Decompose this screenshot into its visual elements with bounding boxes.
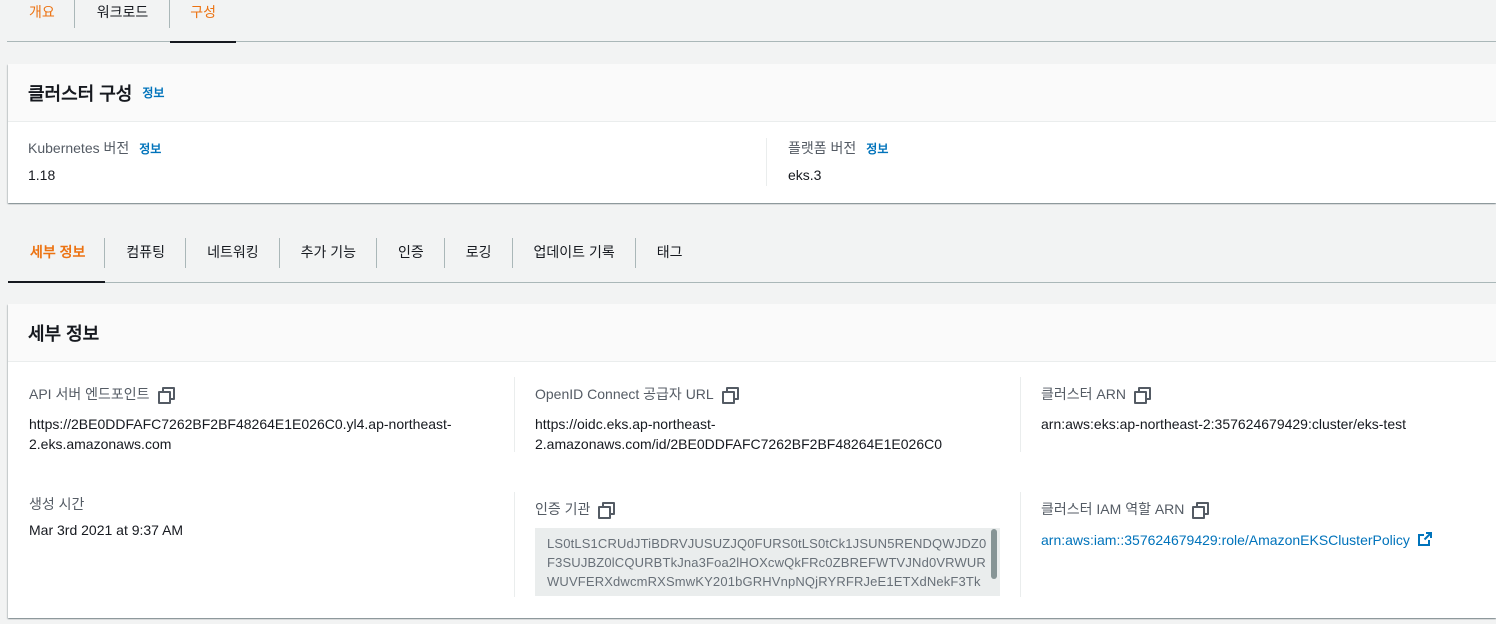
tab-overview[interactable]: 개요 [7, 0, 75, 42]
api-endpoint-label: API 서버 엔드포인트 [29, 386, 150, 402]
oidc-value: https://oidc.eks.ap-northeast- 2.amazona… [535, 414, 942, 454]
cluster-arn: 클러스터 ARN arn:aws:eks:ap-northeast-2:3576… [1041, 384, 1406, 434]
copy-icon[interactable] [1192, 502, 1210, 519]
active-tab-indicator [8, 281, 106, 283]
oidc-provider-url: OpenID Connect 공급자 URL https://oidc.eks.… [535, 384, 942, 454]
tab-configuration[interactable]: 구성 [170, 0, 237, 43]
cluster-config-title: 클러스터 구성 [28, 83, 133, 104]
iam-role-label-row: 클러스터 IAM 역할 ARN [1041, 499, 1432, 519]
certificate-authority-label: 인증 기관 [535, 501, 591, 517]
cluster-config-info-link[interactable]: 정보 [142, 84, 164, 101]
api-endpoint-label-row: API 서버 엔드포인트 [29, 384, 452, 404]
column-divider [514, 377, 515, 452]
details-header: 세부 정보 [8, 304, 1496, 362]
kubernetes-version-info-link[interactable]: 정보 [139, 140, 161, 157]
tab-details-label: 세부 정보 [30, 244, 86, 260]
tab-tags-label: 태그 [656, 244, 683, 260]
column-divider [766, 138, 767, 186]
oidc-label-row: OpenID Connect 공급자 URL [535, 384, 942, 404]
cluster-arn-value: arn:aws:eks:ap-northeast-2:357624679429:… [1041, 416, 1406, 432]
copy-icon[interactable] [598, 502, 616, 519]
api-endpoint: API 서버 엔드포인트 https://2BE0DDFAFC7262BF2BF… [29, 384, 452, 454]
active-tab-indicator [170, 41, 237, 43]
cluster-config-body: Kubernetes 버전 정보 1.18 플랫폼 버전 정보 eks.3 [8, 122, 1496, 202]
platform-version-info-link[interactable]: 정보 [866, 140, 888, 157]
created-time-value: Mar 3rd 2021 at 9:37 AM [29, 522, 184, 538]
cluster-config-panel: 클러스터 구성 정보 Kubernetes 버전 정보 1.18 플랫폼 버전 … [8, 64, 1496, 203]
cluster-arn-label-row: 클러스터 ARN [1041, 384, 1406, 404]
tab-authentication-label: 인증 [398, 244, 424, 260]
created-time-label: 생성 시간 [29, 496, 85, 512]
oidc-line1: https://oidc.eks.ap-northeast- [535, 416, 716, 432]
cluster-arn-label: 클러스터 ARN [1041, 386, 1126, 402]
tab-workloads-label: 워크로드 [96, 4, 149, 20]
kubernetes-version-value: 1.18 [28, 167, 56, 183]
iam-role-value-row: arn:aws:iam::357624679429:role/AmazonEKS… [1041, 530, 1432, 551]
details-title: 세부 정보 [28, 323, 100, 344]
api-endpoint-line2: 2.eks.amazonaws.com [29, 436, 172, 452]
oidc-line2: 2.amazonaws.com/id/2BE0DDFAFC7262BF2BF48… [535, 436, 942, 452]
copy-icon[interactable] [1133, 387, 1151, 404]
tab-overview-label: 개요 [29, 4, 55, 20]
platform-version-value: eks.3 [788, 167, 822, 183]
tab-authentication[interactable]: 인증 [377, 236, 445, 268]
kubernetes-version: Kubernetes 버전 정보 1.18 [28, 138, 161, 183]
platform-version-label: 플랫폼 버전 [788, 140, 857, 156]
platform-version-label-row: 플랫폼 버전 정보 [788, 138, 888, 158]
tab-logging[interactable]: 로깅 [445, 236, 513, 268]
certificate-authority: 인증 기관 [535, 499, 616, 519]
details-body: API 서버 엔드포인트 https://2BE0DDFAFC7262BF2BF… [8, 362, 1496, 618]
column-divider [1020, 377, 1021, 452]
cluster-iam-role-arn: 클러스터 IAM 역할 ARN arn:aws:iam::35762467942… [1041, 499, 1432, 551]
tab-add-ons[interactable]: 추가 기능 [280, 236, 378, 268]
platform-version: 플랫폼 버전 정보 eks.3 [788, 138, 888, 183]
api-endpoint-value: https://2BE0DDFAFC7262BF2BF48264E1E026C0… [29, 414, 452, 454]
certificate-authority-label-row: 인증 기관 [535, 499, 616, 519]
tab-logging-label: 로깅 [465, 244, 492, 260]
created-time-label-row: 생성 시간 [29, 494, 183, 514]
tab-update-history[interactable]: 업데이트 기록 [513, 236, 636, 268]
tab-compute-label: 컴퓨팅 [126, 244, 166, 260]
oidc-label: OpenID Connect 공급자 URL [535, 386, 714, 402]
tab-compute[interactable]: 컴퓨팅 [105, 236, 187, 268]
column-divider [514, 492, 515, 597]
created-time: 생성 시간 Mar 3rd 2021 at 9:37 AM [29, 494, 183, 540]
copy-icon[interactable] [157, 387, 175, 404]
details-panel: 세부 정보 API 서버 엔드포인트 https://2BE0DDFAFC726… [8, 304, 1496, 618]
iam-role-label: 클러스터 IAM 역할 ARN [1041, 501, 1185, 517]
api-endpoint-line1: https://2BE0DDFAFC7262BF2BF48264E1E026C0… [29, 416, 452, 432]
certificate-authority-textarea[interactable]: LS0tLS1CRUdJTiBDRVJUSUZJQ0FURS0tLS0tCk1J… [535, 528, 1000, 596]
tab-details[interactable]: 세부 정보 [8, 236, 106, 283]
tab-networking[interactable]: 네트워킹 [186, 236, 280, 268]
kubernetes-version-label: Kubernetes 버전 [28, 140, 130, 156]
copy-icon[interactable] [721, 387, 739, 404]
iam-role-arn-link[interactable]: arn:aws:iam::357624679429:role/AmazonEKS… [1041, 532, 1410, 548]
certificate-scrollbar[interactable] [991, 529, 997, 579]
tab-update-history-label: 업데이트 기록 [533, 244, 615, 260]
detail-tab-bar: 세부 정보 컴퓨팅 네트워킹 추가 기능 인증 로깅 업데이트 기록 태그 [8, 236, 1496, 283]
tab-add-ons-label: 추가 기능 [300, 244, 357, 260]
tab-configuration-label: 구성 [190, 4, 217, 20]
cluster-config-header: 클러스터 구성 정보 [8, 64, 1496, 122]
tab-networking-label: 네트워킹 [207, 244, 259, 260]
column-divider [1020, 492, 1021, 597]
tab-workloads[interactable]: 워크로드 [75, 0, 171, 42]
tab-tags[interactable]: 태그 [636, 236, 704, 268]
top-tab-bar: 개요 워크로드 구성 [7, 0, 1496, 43]
kubernetes-version-label-row: Kubernetes 버전 정보 [28, 138, 161, 158]
external-link-icon[interactable] [1417, 531, 1432, 551]
